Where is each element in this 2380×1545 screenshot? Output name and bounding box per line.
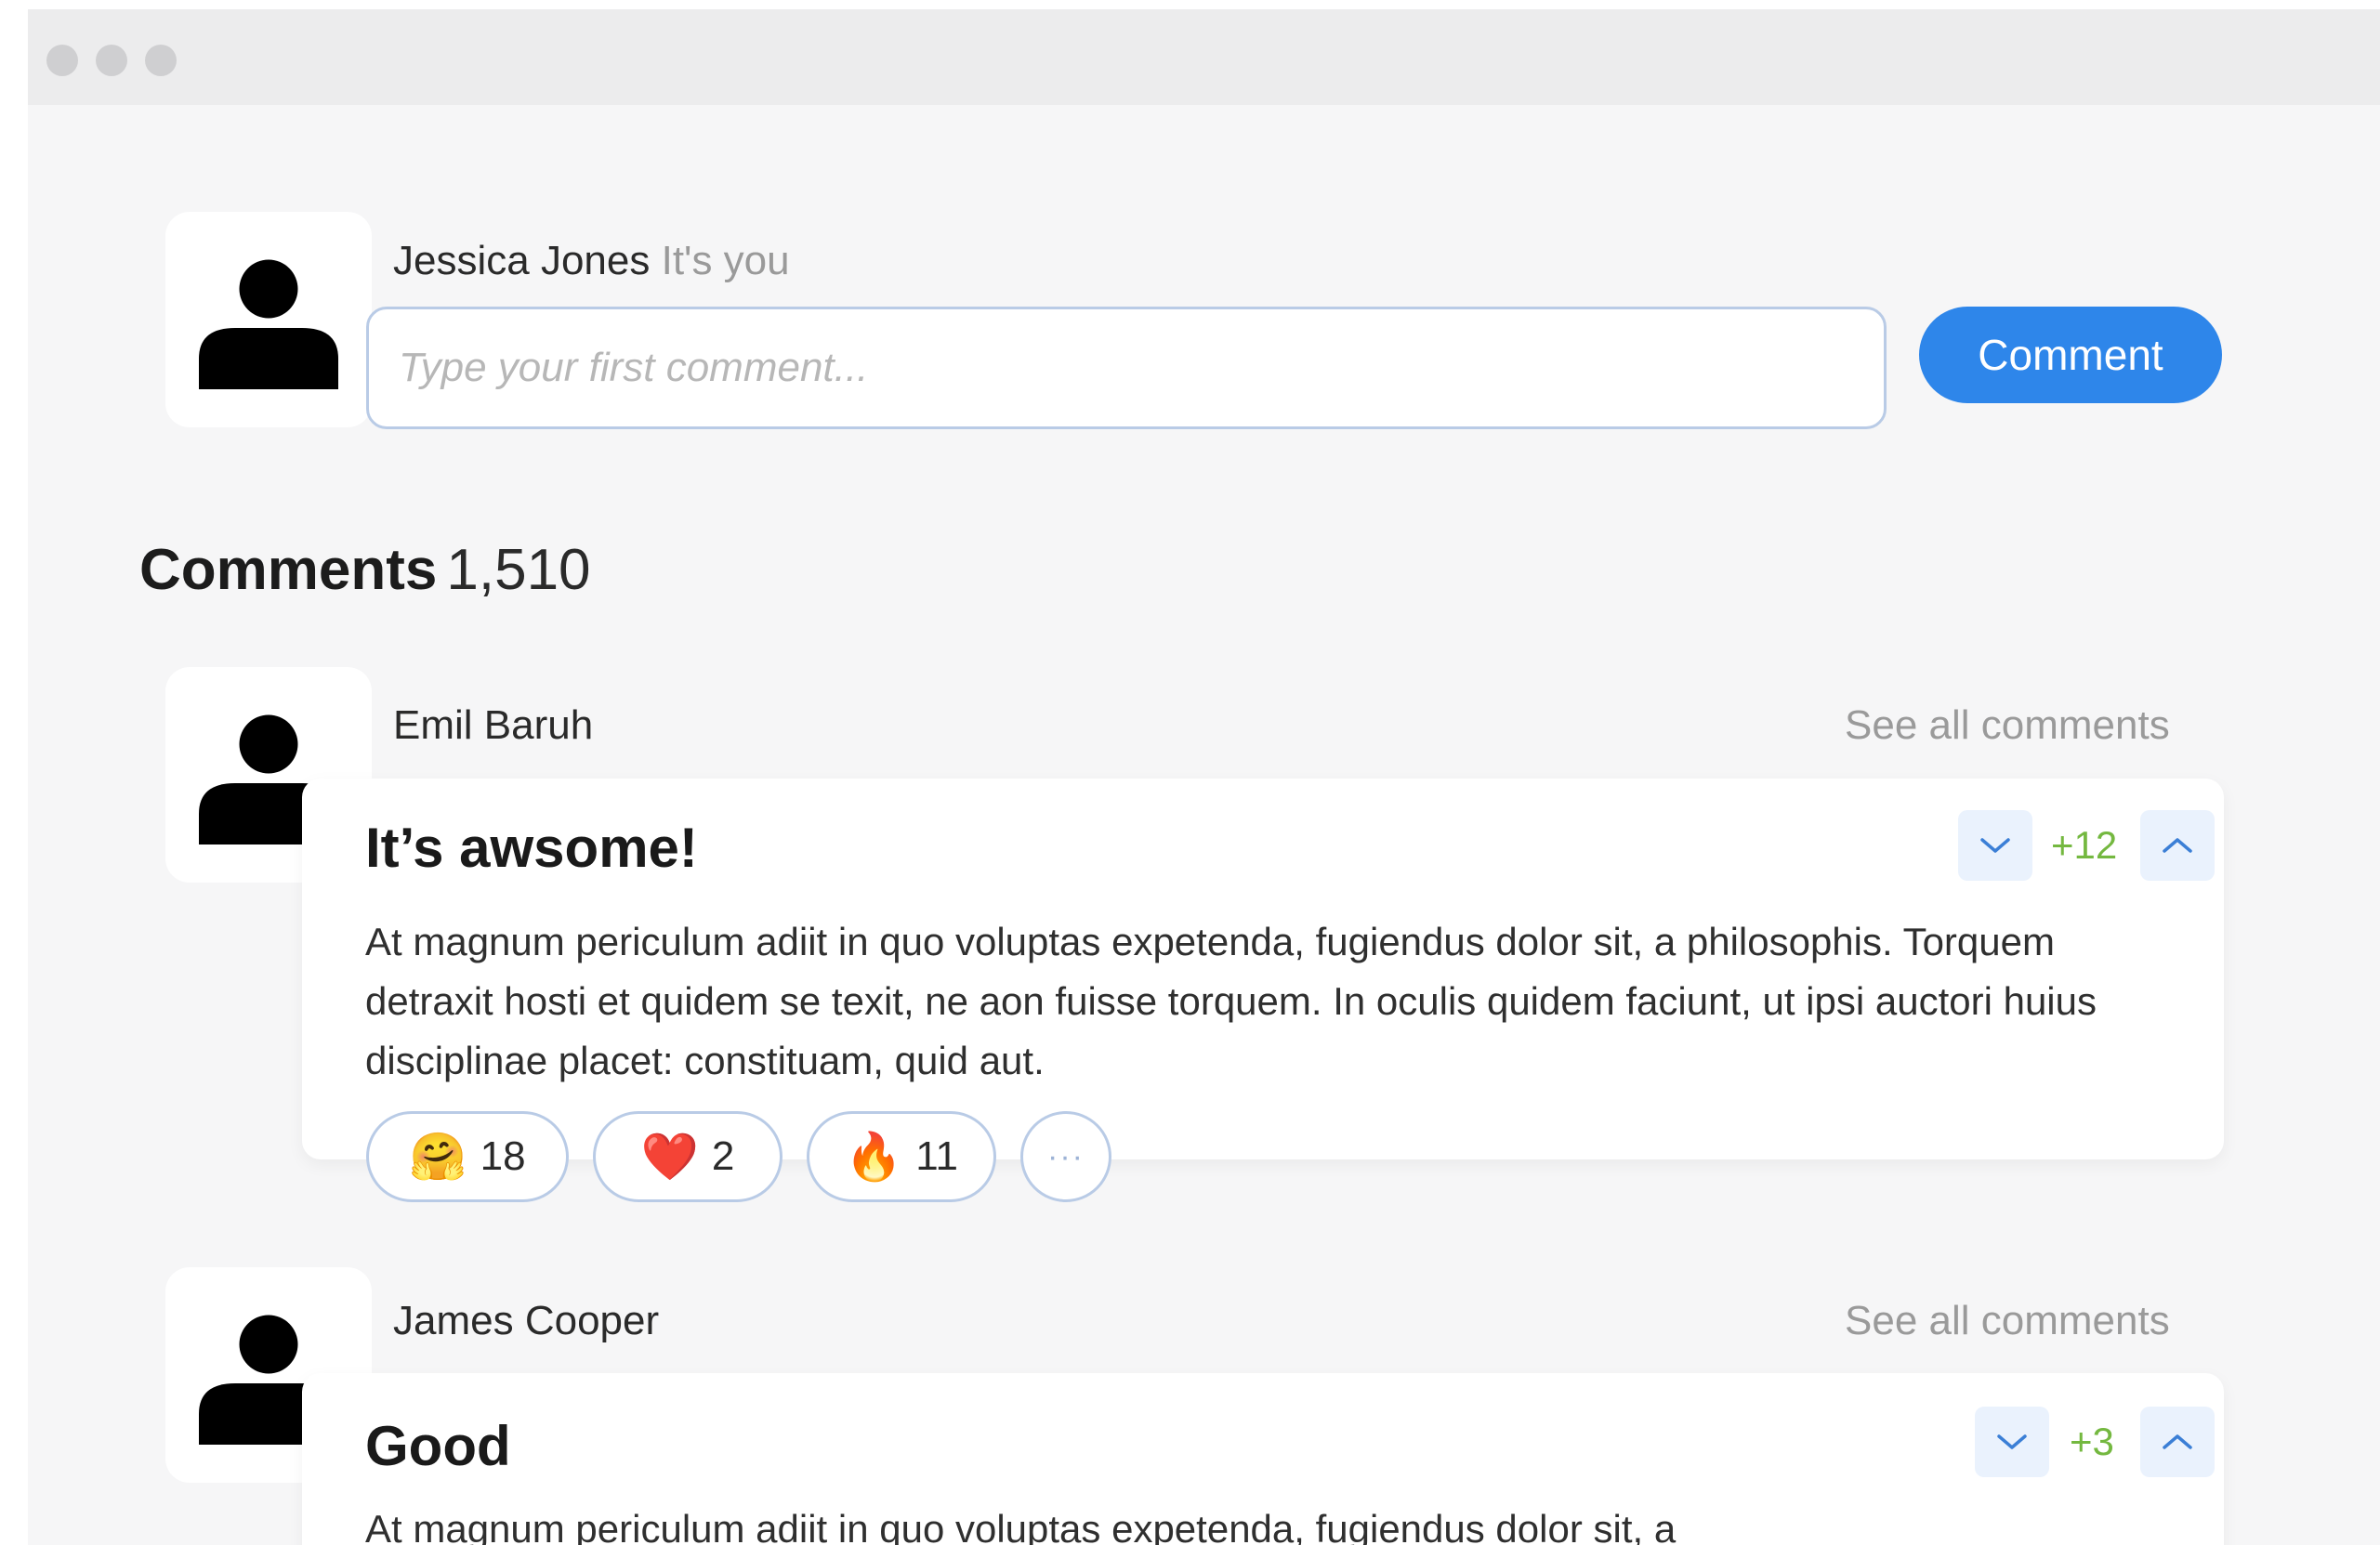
downvote-button[interactable] [1975, 1407, 2049, 1477]
current-user-avatar [165, 212, 372, 427]
current-user-label: Jessica Jones It's you [393, 238, 790, 284]
reaction-count: 18 [480, 1133, 526, 1179]
heart-icon: ❤️ [640, 1131, 699, 1183]
hugging-face-icon: 🤗 [409, 1131, 467, 1183]
window-minimize-dot[interactable] [96, 45, 127, 76]
more-horizontal-icon: ··· [1047, 1138, 1085, 1174]
more-reactions-button[interactable]: ··· [1020, 1111, 1111, 1202]
comments-heading-label: Comments [139, 538, 438, 602]
upvote-button[interactable] [2140, 1407, 2215, 1477]
reaction-fire[interactable]: 🔥 11 [807, 1111, 996, 1202]
window-close-dot[interactable] [46, 45, 78, 76]
current-user-note: It's you [661, 238, 790, 283]
comment-button[interactable]: Comment [1919, 307, 2222, 403]
downvote-button[interactable] [1958, 810, 2032, 881]
reaction-heart[interactable]: ❤️ 2 [593, 1111, 782, 1202]
comment-body: At magnum periculum adiit in quo volupta… [365, 1507, 1677, 1545]
see-all-comments-link[interactable]: See all comments [1845, 1298, 2170, 1344]
reaction-hug[interactable]: 🤗 18 [366, 1111, 569, 1202]
reaction-bar: 🤗 18 ❤️ 2 🔥 11 ··· [366, 1111, 1111, 1202]
fire-icon: 🔥 [845, 1131, 903, 1183]
comments-heading: Comments 1,510 [139, 537, 591, 603]
comment-title: Good [365, 1415, 511, 1477]
window-maximize-dot[interactable] [145, 45, 177, 76]
title-bar [28, 9, 2380, 105]
comment-score: +3 [2070, 1420, 2114, 1463]
reaction-count: 11 [915, 1133, 958, 1179]
current-user-name: Jessica Jones [393, 238, 651, 283]
chevron-up-icon [2163, 1434, 2192, 1449]
chevron-up-icon [2163, 838, 2192, 853]
comment-body: At magnum periculum adiit in quo volupta… [365, 920, 2097, 1082]
comment-score: +12 [2051, 823, 2118, 867]
chevron-down-icon [1997, 1434, 2027, 1449]
comment-card: It’s awsome! +12 At magnum periculum adi… [302, 779, 2224, 1159]
comment-title: It’s awsome! [365, 817, 698, 879]
upvote-button[interactable] [2140, 810, 2215, 881]
comment-author[interactable]: James Cooper [393, 1298, 659, 1344]
comment-card: Good +3 At magnum periculum adiit in quo… [302, 1373, 2224, 1545]
person-icon [199, 259, 338, 389]
see-all-comments-link[interactable]: See all comments [1845, 702, 2170, 749]
reaction-count: 2 [711, 1133, 735, 1179]
comment-author[interactable]: Emil Baruh [393, 702, 593, 749]
chevron-down-icon [1980, 838, 2010, 853]
comments-count: 1,510 [446, 538, 591, 602]
comment-input[interactable] [366, 307, 1887, 429]
